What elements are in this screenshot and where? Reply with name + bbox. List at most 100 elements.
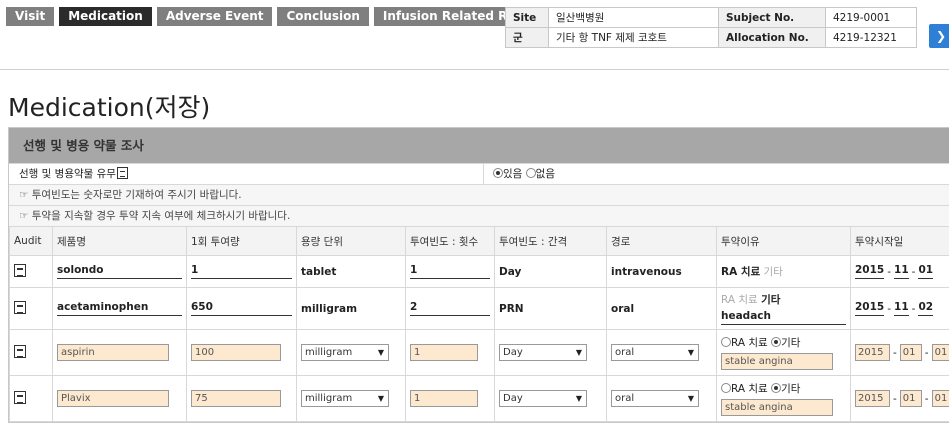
start-day-input[interactable]: 01: [931, 344, 949, 361]
reason-other-input[interactable]: stable angina: [721, 399, 833, 416]
freq-cell: 2: [405, 287, 495, 330]
interval-select[interactable]: Day: [499, 344, 587, 361]
dose-value: 1: [191, 264, 292, 279]
col-audit: Audit: [9, 226, 53, 256]
radio-reason-other[interactable]: [771, 383, 782, 393]
route-cell: oral: [606, 375, 717, 422]
col-route: 경로: [606, 226, 717, 256]
table-row: aspirin 100 milligram 1 Day oral RA 치료 기…: [9, 329, 949, 376]
tab-medication[interactable]: Medication: [59, 7, 152, 26]
radio-reason-ra[interactable]: [721, 383, 731, 393]
reason-cell: RA 치료 기타 stable angina: [716, 329, 851, 376]
tab-adverse-event[interactable]: Adverse Event: [156, 7, 273, 26]
freq-value: 1: [410, 264, 490, 279]
dose-input[interactable]: 75: [191, 390, 281, 407]
product-input[interactable]: Plavix: [57, 390, 169, 407]
table-row: acetaminophen 650 milligram 2 PRN oral R…: [9, 287, 949, 330]
audit-cell: [9, 255, 53, 288]
medication-panel: 선행 및 병용 약물 조사 선행 및 병용약물 유무 있음 없음 ☞ 투여빈도는…: [8, 127, 949, 423]
reason-other-label: 기타: [761, 294, 781, 306]
subject-no-value: 4219-0001: [825, 7, 917, 28]
top-tabs: Visit Medication Adverse Event Conclusio…: [6, 7, 567, 26]
product-cell: aspirin: [52, 329, 187, 376]
unit-select[interactable]: milligram: [301, 390, 389, 407]
audit-doc-icon[interactable]: [14, 300, 26, 314]
tab-visit[interactable]: Visit: [6, 7, 55, 26]
reason-ra-label: RA 치료: [721, 294, 758, 306]
col-freq-interval: 투여빈도 : 간격: [494, 226, 607, 256]
unit-select[interactable]: milligram: [301, 344, 389, 361]
product-input[interactable]: aspirin: [57, 344, 169, 361]
audit-doc-icon[interactable]: [14, 390, 26, 404]
freq-input[interactable]: 1: [410, 344, 478, 361]
reason-ra-label: RA 치료: [721, 266, 761, 278]
table-row: Plavix 75 milligram 1 Day oral RA 치료 기타 …: [9, 375, 949, 422]
col-start-date: 투약시작일: [850, 226, 949, 256]
audit-doc-icon[interactable]: [116, 167, 128, 179]
subject-no-label: Subject No.: [718, 7, 826, 28]
radio-no-label: 없음: [535, 168, 555, 180]
start-year-input[interactable]: 2015: [855, 344, 890, 361]
reason-cell: RA 치료 기타 headach: [716, 287, 851, 330]
radio-no[interactable]: [525, 168, 536, 178]
col-product: 제품명: [52, 226, 187, 256]
col-dose: 1회 투여량: [186, 226, 297, 256]
audit-doc-icon[interactable]: [14, 344, 26, 358]
audit-cell: [9, 375, 53, 422]
radio-reason-other[interactable]: [771, 337, 782, 347]
product-cell: Plavix: [52, 375, 187, 422]
interval-cell: Day: [494, 375, 607, 422]
table-row: solondo 1 tablet 1 Day intravenous RA 치료…: [9, 255, 949, 288]
group-label: 군: [505, 27, 549, 48]
reason-other-label: 기타: [781, 337, 801, 349]
unit-cell: milligram: [296, 329, 406, 376]
dose-cell: 650: [186, 287, 297, 330]
allocation-no-value: 4219-12321: [825, 27, 917, 48]
start-month: 11: [894, 301, 909, 316]
note-row-frequency: ☞ 투여빈도는 숫자로만 기재하여 주시기 바랍니다.: [9, 184, 949, 205]
chevron-down-button[interactable]: ❯: [929, 24, 949, 48]
audit-doc-icon[interactable]: [14, 263, 26, 277]
reason-ra-label: RA 치료: [731, 337, 768, 349]
product-value: solondo: [57, 264, 182, 279]
unit-cell: milligram: [296, 287, 406, 330]
dose-value: 650: [191, 301, 292, 316]
interval-select[interactable]: Day: [499, 390, 587, 407]
start-month-input[interactable]: 01: [899, 390, 922, 407]
start-day: 01: [918, 264, 934, 279]
start-day-input[interactable]: 01: [931, 390, 949, 407]
dose-cell: 75: [186, 375, 297, 422]
start-year: 2015: [855, 301, 885, 316]
chevron-down-icon: ❯: [935, 29, 947, 43]
col-freq-count: 투여빈도 : 횟수: [405, 226, 495, 256]
product-cell: solondo: [52, 255, 187, 288]
group-value: 기타 항 TNF 제제 코호트: [548, 27, 719, 48]
start-day: 02: [918, 301, 934, 316]
site-label: Site: [505, 7, 549, 28]
reason-other-text: headach: [721, 310, 846, 325]
note-row-continuation: ☞ 투약을 지속할 경우 투약 지속 여부에 체크하시기 바랍니다.: [9, 205, 949, 226]
dose-input[interactable]: 100: [191, 344, 281, 361]
question-label: 선행 및 병용약물 유무: [19, 168, 116, 180]
unit-cell: tablet: [296, 255, 406, 288]
unit-cell: milligram: [296, 375, 406, 422]
route-select[interactable]: oral: [611, 344, 699, 361]
radio-yes-label: 있음: [503, 168, 523, 180]
freq-input[interactable]: 1: [410, 390, 478, 407]
tab-conclusion[interactable]: Conclusion: [277, 7, 369, 26]
radio-reason-ra[interactable]: [721, 337, 731, 347]
medication-question-row: 선행 및 병용약물 유무 있음 없음: [9, 163, 949, 184]
table-header-row: Audit 제품명 1회 투여량 용량 단위 투여빈도 : 횟수 투여빈도 : …: [9, 226, 949, 256]
start-date-cell: 2015-11-02: [850, 287, 949, 330]
route-cell: oral: [606, 329, 717, 376]
reason-other-input[interactable]: stable angina: [721, 353, 833, 370]
start-year-input[interactable]: 2015: [855, 390, 890, 407]
dose-cell: 1: [186, 255, 297, 288]
start-year: 2015: [855, 264, 885, 279]
route-select[interactable]: oral: [611, 390, 699, 407]
radio-yes[interactable]: [493, 168, 503, 178]
start-date-cell: 2015-01-01: [850, 329, 949, 376]
reason-other-label: 기타: [763, 266, 783, 278]
col-unit: 용량 단위: [296, 226, 406, 256]
start-month-input[interactable]: 01: [899, 344, 922, 361]
